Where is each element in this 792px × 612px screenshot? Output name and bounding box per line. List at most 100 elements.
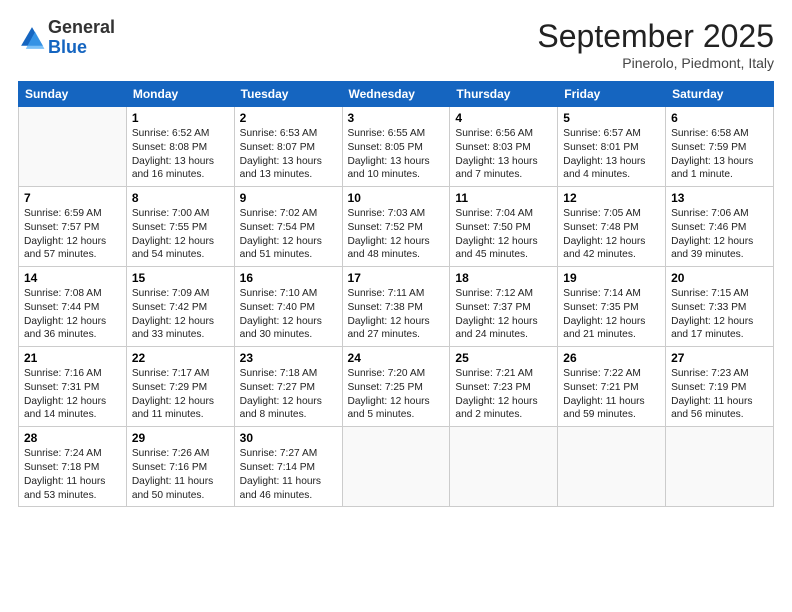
calendar-cell: 19 Sunrise: 7:14 AMSunset: 7:35 PMDayligh… (558, 267, 666, 347)
cell-info: Sunrise: 7:02 AMSunset: 7:54 PMDaylight:… (240, 207, 337, 262)
cell-info: Sunrise: 6:56 AMSunset: 8:03 PMDaylight:… (455, 127, 552, 182)
cell-info: Sunrise: 7:05 AMSunset: 7:48 PMDaylight:… (563, 207, 660, 262)
day-number: 24 (348, 351, 445, 365)
day-number: 3 (348, 111, 445, 125)
cell-info: Sunrise: 7:27 AMSunset: 7:14 PMDaylight:… (240, 447, 337, 502)
day-number: 6 (671, 111, 768, 125)
day-number: 5 (563, 111, 660, 125)
day-number: 29 (132, 431, 229, 445)
day-number: 30 (240, 431, 337, 445)
logo-text: General Blue (48, 18, 115, 58)
day-number: 19 (563, 271, 660, 285)
day-number: 20 (671, 271, 768, 285)
calendar-week-row: 14 Sunrise: 7:08 AMSunset: 7:44 PMDayligh… (19, 267, 774, 347)
day-number: 25 (455, 351, 552, 365)
header: General Blue September 2025 Pinerolo, Pi… (18, 18, 774, 71)
calendar-cell: 14 Sunrise: 7:08 AMSunset: 7:44 PMDayligh… (19, 267, 127, 347)
calendar-cell (558, 427, 666, 507)
cell-info: Sunrise: 7:20 AMSunset: 7:25 PMDaylight:… (348, 367, 445, 422)
calendar-cell (450, 427, 558, 507)
calendar-cell: 30 Sunrise: 7:27 AMSunset: 7:14 PMDayligh… (234, 427, 342, 507)
calendar-week-row: 21 Sunrise: 7:16 AMSunset: 7:31 PMDayligh… (19, 347, 774, 427)
cell-info: Sunrise: 7:06 AMSunset: 7:46 PMDaylight:… (671, 207, 768, 262)
cell-info: Sunrise: 7:16 AMSunset: 7:31 PMDaylight:… (24, 367, 121, 422)
day-number: 10 (348, 191, 445, 205)
calendar-cell: 3 Sunrise: 6:55 AMSunset: 8:05 PMDaylight… (342, 107, 450, 187)
cell-info: Sunrise: 6:58 AMSunset: 7:59 PMDaylight:… (671, 127, 768, 182)
calendar-cell: 2 Sunrise: 6:53 AMSunset: 8:07 PMDaylight… (234, 107, 342, 187)
col-sunday: Sunday (19, 82, 127, 107)
day-number: 23 (240, 351, 337, 365)
day-number: 2 (240, 111, 337, 125)
calendar-cell: 29Sunrise: 7:26 AMSunset: 7:16 PMDayligh… (126, 427, 234, 507)
calendar-cell: 16Sunrise: 7:10 AMSunset: 7:40 PMDayligh… (234, 267, 342, 347)
calendar-cell: 15 Sunrise: 7:09 AMSunset: 7:42 PMDayligh… (126, 267, 234, 347)
cell-info: Sunrise: 6:53 AMSunset: 8:07 PMDaylight:… (240, 127, 337, 182)
cell-info: Sunrise: 7:09 AMSunset: 7:42 PMDaylight:… (132, 287, 229, 342)
day-number: 12 (563, 191, 660, 205)
day-number: 7 (24, 191, 121, 205)
logo-blue: Blue (48, 37, 87, 57)
calendar-cell: 24 Sunrise: 7:20 AMSunset: 7:25 PMDayligh… (342, 347, 450, 427)
calendar-cell: 11Sunrise: 7:04 AMSunset: 7:50 PMDayligh… (450, 187, 558, 267)
day-number: 8 (132, 191, 229, 205)
cell-info: Sunrise: 6:59 AMSunset: 7:57 PMDaylight:… (24, 207, 121, 262)
cell-info: Sunrise: 6:57 AMSunset: 8:01 PMDaylight:… (563, 127, 660, 182)
cell-info: Sunrise: 7:08 AMSunset: 7:44 PMDaylight:… (24, 287, 121, 342)
cell-info: Sunrise: 6:55 AMSunset: 8:05 PMDaylight:… (348, 127, 445, 182)
calendar-cell: 20Sunrise: 7:15 AMSunset: 7:33 PMDayligh… (666, 267, 774, 347)
logo-icon (18, 24, 46, 52)
cell-info: Sunrise: 7:24 AMSunset: 7:18 PMDaylight:… (24, 447, 121, 502)
calendar-cell: 27Sunrise: 7:23 AMSunset: 7:19 PMDayligh… (666, 347, 774, 427)
day-number: 18 (455, 271, 552, 285)
col-tuesday: Tuesday (234, 82, 342, 107)
cell-info: Sunrise: 7:12 AMSunset: 7:37 PMDaylight:… (455, 287, 552, 342)
day-number: 15 (132, 271, 229, 285)
calendar-cell: 1 Sunrise: 6:52 AMSunset: 8:08 PMDaylight… (126, 107, 234, 187)
calendar-cell: 22 Sunrise: 7:17 AMSunset: 7:29 PMDayligh… (126, 347, 234, 427)
calendar-cell: 7 Sunrise: 6:59 AMSunset: 7:57 PMDaylight… (19, 187, 127, 267)
logo: General Blue (18, 18, 115, 58)
col-monday: Monday (126, 82, 234, 107)
col-thursday: Thursday (450, 82, 558, 107)
calendar-cell: 25 Sunrise: 7:21 AMSunset: 7:23 PMDayligh… (450, 347, 558, 427)
cell-info: Sunrise: 7:14 AMSunset: 7:35 PMDaylight:… (563, 287, 660, 342)
calendar-cell: 4Sunrise: 6:56 AMSunset: 8:03 PMDaylight… (450, 107, 558, 187)
calendar-cell (666, 427, 774, 507)
calendar-cell: 17Sunrise: 7:11 AMSunset: 7:38 PMDayligh… (342, 267, 450, 347)
day-number: 11 (455, 191, 552, 205)
month-year: September 2025 (537, 18, 774, 55)
cell-info: Sunrise: 7:00 AMSunset: 7:55 PMDaylight:… (132, 207, 229, 262)
calendar-week-row: 7 Sunrise: 6:59 AMSunset: 7:57 PMDaylight… (19, 187, 774, 267)
cell-info: Sunrise: 7:21 AMSunset: 7:23 PMDaylight:… (455, 367, 552, 422)
day-number: 22 (132, 351, 229, 365)
title-block: September 2025 Pinerolo, Piedmont, Italy (537, 18, 774, 71)
calendar-table: Sunday Monday Tuesday Wednesday Thursday… (18, 81, 774, 507)
calendar-cell (19, 107, 127, 187)
cell-info: Sunrise: 6:52 AMSunset: 8:08 PMDaylight:… (132, 127, 229, 182)
col-friday: Friday (558, 82, 666, 107)
cell-info: Sunrise: 7:18 AMSunset: 7:27 PMDaylight:… (240, 367, 337, 422)
calendar-cell: 8 Sunrise: 7:00 AMSunset: 7:55 PMDaylight… (126, 187, 234, 267)
calendar-cell: 26Sunrise: 7:22 AMSunset: 7:21 PMDayligh… (558, 347, 666, 427)
day-number: 1 (132, 111, 229, 125)
calendar-cell: 28Sunrise: 7:24 AMSunset: 7:18 PMDayligh… (19, 427, 127, 507)
calendar-header-row: Sunday Monday Tuesday Wednesday Thursday… (19, 82, 774, 107)
cell-info: Sunrise: 7:03 AMSunset: 7:52 PMDaylight:… (348, 207, 445, 262)
day-number: 26 (563, 351, 660, 365)
calendar-week-row: 28Sunrise: 7:24 AMSunset: 7:18 PMDayligh… (19, 427, 774, 507)
location: Pinerolo, Piedmont, Italy (537, 55, 774, 71)
day-number: 13 (671, 191, 768, 205)
day-number: 14 (24, 271, 121, 285)
calendar-cell: 10 Sunrise: 7:03 AMSunset: 7:52 PMDayligh… (342, 187, 450, 267)
day-number: 21 (24, 351, 121, 365)
calendar-cell: 18 Sunrise: 7:12 AMSunset: 7:37 PMDayligh… (450, 267, 558, 347)
calendar-cell: 5 Sunrise: 6:57 AMSunset: 8:01 PMDaylight… (558, 107, 666, 187)
cell-info: Sunrise: 7:17 AMSunset: 7:29 PMDaylight:… (132, 367, 229, 422)
calendar-cell: 12 Sunrise: 7:05 AMSunset: 7:48 PMDayligh… (558, 187, 666, 267)
col-saturday: Saturday (666, 82, 774, 107)
page: General Blue September 2025 Pinerolo, Pi… (0, 0, 792, 612)
cell-info: Sunrise: 7:23 AMSunset: 7:19 PMDaylight:… (671, 367, 768, 422)
day-number: 16 (240, 271, 337, 285)
calendar-cell: 23 Sunrise: 7:18 AMSunset: 7:27 PMDayligh… (234, 347, 342, 427)
